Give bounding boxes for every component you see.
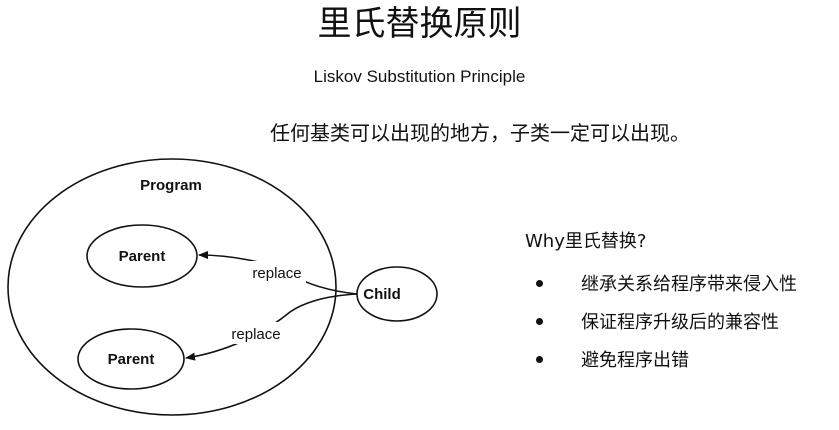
parent-label-top: Parent — [119, 248, 166, 265]
program-label: Program — [140, 177, 202, 194]
bullet-icon — [536, 318, 543, 325]
replace-label-top: replace — [252, 265, 301, 282]
bullet-icon — [536, 356, 543, 363]
reason-text: 保证程序升级后的兼容性 — [581, 312, 779, 333]
bullet-icon — [536, 280, 543, 287]
list-item: 继承关系给程序带来侵入性 — [536, 264, 797, 302]
list-item: 避免程序出错 — [536, 340, 797, 378]
child-label: Child — [363, 286, 401, 303]
why-heading: Why里氏替换? — [525, 231, 647, 252]
list-item: 保证程序升级后的兼容性 — [536, 302, 797, 340]
reason-text: 继承关系给程序带来侵入性 — [581, 274, 797, 295]
reason-text: 避免程序出错 — [581, 350, 689, 371]
reason-list: 继承关系给程序带来侵入性 保证程序升级后的兼容性 避免程序出错 — [536, 264, 797, 378]
replace-label-bottom: replace — [231, 326, 280, 343]
parent-label-bottom: Parent — [108, 351, 155, 368]
